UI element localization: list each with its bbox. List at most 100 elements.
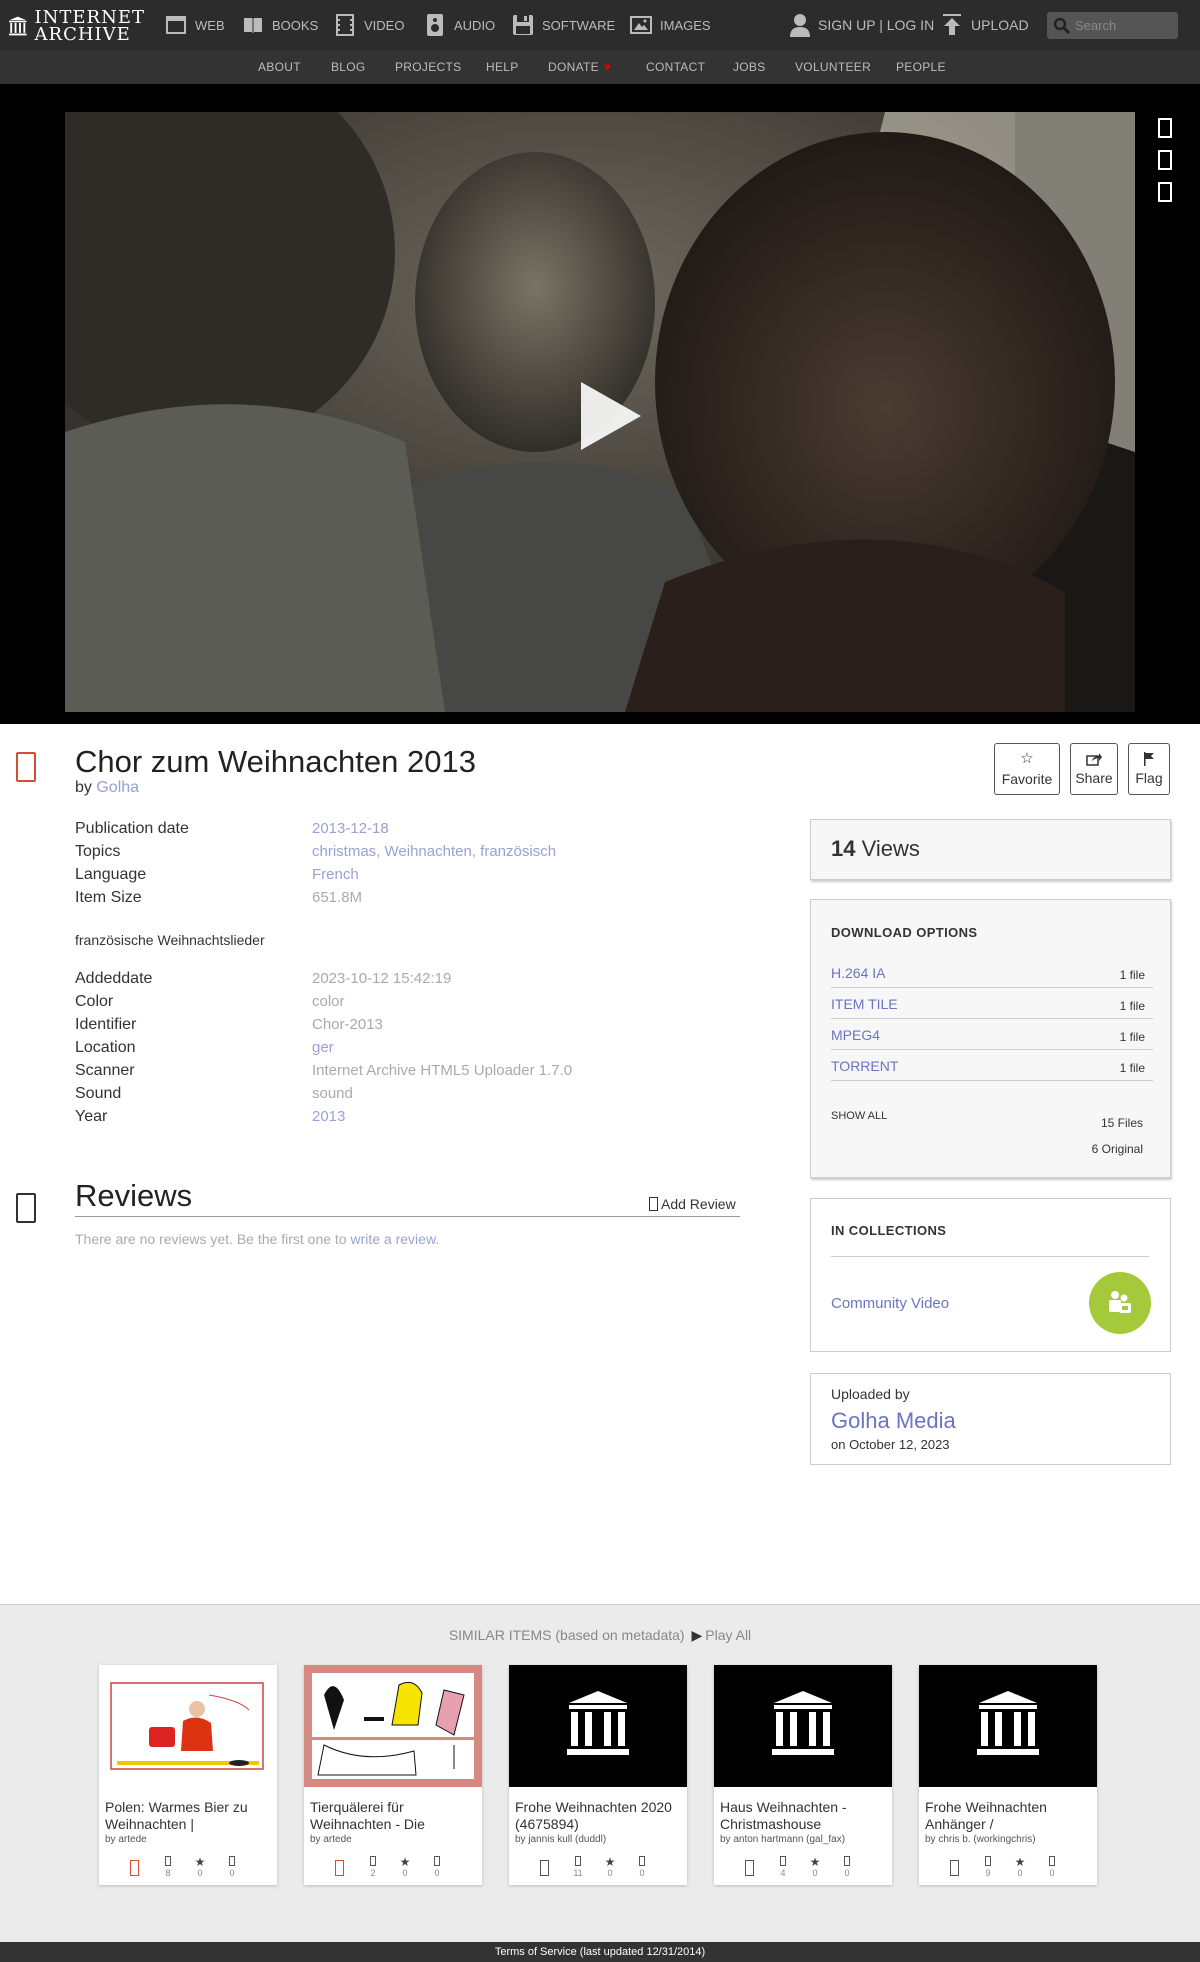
similar-item-stats: 2 ★ 0 0 [304,1854,482,1880]
web-icon [166,16,186,34]
video-theater [0,84,1200,724]
write-review-link[interactable]: write a review. [350,1231,439,1247]
signup-login-link[interactable]: SIGN UP | LOG IN [790,12,934,38]
location-link[interactable]: ger [312,1039,334,1056]
reviews-divider [75,1216,740,1217]
comment-icon [229,1856,235,1866]
similar-item-stats: 4 ★ 0 0 [714,1854,892,1880]
download-format-link[interactable]: TORRENT [831,1058,898,1074]
topics-values: christmas, Weihnachten, französisch [312,843,556,860]
reviews-count: 0 [229,1868,235,1878]
video-player[interactable] [65,112,1135,712]
favorite-label: Favorite [1001,771,1053,787]
edit-icon [649,1197,658,1211]
topic-link[interactable]: Weihnachten [385,843,472,860]
search-input[interactable] [1075,18,1170,33]
favorites-stat: ★ 0 [600,1856,620,1878]
collection-link[interactable]: Community Video [831,1295,949,1312]
nav-books[interactable]: BOOKS [242,12,318,38]
add-review-button[interactable]: Add Review [649,1196,736,1212]
download-format-link[interactable]: MPEG4 [831,1027,880,1043]
favorites-count: 0 [812,1868,818,1878]
byline-label: by [75,779,92,796]
flag-label: Flag [1135,770,1163,786]
similar-item-stats: 11 ★ 0 0 [509,1854,687,1880]
similar-item-card[interactable]: Frohe Weihnachten 2020 (4675894) by jann… [509,1665,687,1885]
topic-link[interactable]: christmas [312,843,376,860]
similar-item-thumbnail [304,1665,482,1787]
theater-mode-icon-1[interactable] [1158,118,1172,138]
comment-icon [434,1856,440,1866]
archive-building-icon [509,1665,687,1787]
similar-item-title: Polen: Warmes Bier zu Weihnachten | [105,1799,248,1832]
meta-key: Scanner [75,1062,135,1079]
play-icon[interactable] [569,376,649,456]
download-file-count: 1 file [1119,999,1145,1013]
similar-items-section: SIMILAR ITEMS (based on metadata) ▶ Play … [0,1604,1200,1942]
terms-of-service-link[interactable]: Terms of Service (last updated 12/31/201… [495,1946,705,1958]
reviews-heading: Reviews [75,1178,193,1213]
similar-item-card[interactable]: Frohe Weihnachten Anhänger / by chris b.… [919,1665,1097,1885]
year-link[interactable]: 2013 [312,1108,345,1125]
theater-mode-icon-3[interactable] [1158,182,1172,202]
nav-video-label: VIDEO [364,17,405,33]
nav-video[interactable]: VIDEO [334,12,404,38]
meta-key: Topics [75,843,121,860]
archive-building-icon [714,1665,892,1787]
search-box[interactable] [1047,12,1178,39]
footer: Terms of Service (last updated 12/31/201… [0,1942,1200,1962]
flag-icon [1144,752,1154,766]
nav-audio[interactable]: AUDIO [424,12,495,38]
community-video-icon[interactable] [1089,1272,1151,1334]
download-options-panel: DOWNLOAD OPTIONS H.264 IA 1 file ITEM TI… [810,899,1171,1178]
similar-item-card[interactable]: Haus Weihnachten - Christmashouse by ant… [714,1665,892,1885]
collections-heading: IN COLLECTIONS [831,1223,947,1238]
nav-books-label: BOOKS [272,17,319,33]
similar-item-card[interactable]: Tierquälerei für Weihnachten - Die by ar… [304,1665,482,1885]
subnav-donate[interactable]: DONATE ♥ [548,60,611,74]
reviews-stat: 0 [1042,1856,1062,1878]
subnav-jobs[interactable]: JOBS [733,60,766,74]
favorites-stat: ★ 0 [190,1856,210,1878]
publication-date-link[interactable]: 2013-12-18 [312,820,389,837]
flag-button[interactable]: Flag [1128,743,1170,795]
internet-archive-logo[interactable]: INTERNET ARCHIVE [9,6,145,46]
nav-software[interactable]: SOFTWARE [512,12,615,38]
download-format-link[interactable]: ITEM TILE [831,996,898,1012]
show-all-link[interactable]: SHOW ALL [831,1110,887,1122]
nav-audio-label: AUDIO [454,17,496,33]
language-link[interactable]: French [312,866,359,883]
nav-web[interactable]: WEB [165,12,225,38]
nav-images[interactable]: IMAGES [630,12,711,38]
views-count: 9 [985,1868,991,1878]
similar-item-card[interactable]: Polen: Warmes Bier zu Weihnachten | by a… [99,1665,277,1885]
reviews-count: 0 [639,1868,645,1878]
favorite-button[interactable]: ☆ Favorite [994,743,1060,795]
favorites-count: 0 [607,1868,613,1878]
theater-mode-icon-2[interactable] [1158,150,1172,170]
subnav-people[interactable]: PEOPLE [896,60,946,74]
download-row: MPEG4 1 file [831,1020,1153,1050]
creator-link[interactable]: Golha [96,779,139,796]
similar-item-thumbnail [919,1665,1097,1787]
subnav-about[interactable]: ABOUT [258,60,301,74]
reviews-stat: 0 [222,1856,242,1878]
similar-item-stats: 8 ★ 0 0 [99,1854,277,1880]
subnav-help[interactable]: HELP [486,60,519,74]
play-all-link[interactable]: ▶ Play All [688,1627,751,1643]
subnav-contact[interactable]: CONTACT [646,60,705,74]
eye-icon [780,1856,786,1866]
views-number: 14 [831,836,856,861]
subnav-projects[interactable]: PROJECTS [395,60,461,74]
download-format-link[interactable]: H.264 IA [831,965,885,981]
share-button[interactable]: Share [1070,743,1118,795]
subnav-blog[interactable]: BLOG [331,60,366,74]
top-navigation: INTERNET ARCHIVE WEB BOOKS VIDEO AUDIO S… [0,0,1200,50]
topic-link[interactable]: französisch [480,843,556,860]
star-icon: ★ [809,1855,821,1869]
meta-key: Identifier [75,1016,137,1033]
subnav-volunteer[interactable]: VOLUNTEER [795,60,871,74]
views-count: 2 [370,1868,376,1878]
uploader-link[interactable]: Golha Media [831,1408,956,1434]
upload-link[interactable]: UPLOAD [943,12,1029,38]
